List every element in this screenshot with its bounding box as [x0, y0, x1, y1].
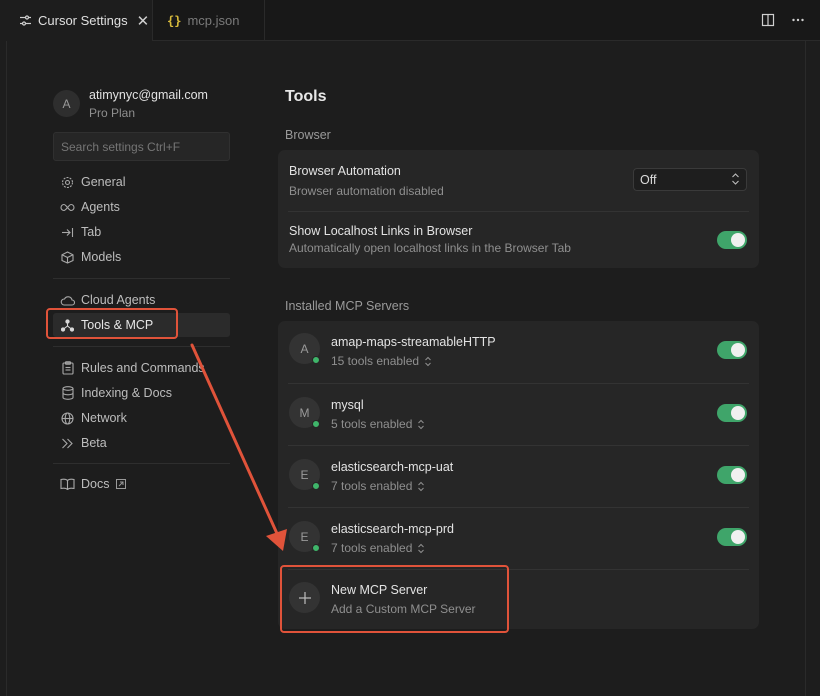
- sidebar-item-models[interactable]: Models: [53, 246, 230, 268]
- sidebar-item-label: Models: [81, 250, 122, 264]
- mcp-server-row: A amap-maps-streamableHTTP 15 tools enab…: [278, 321, 759, 383]
- new-server-title: New MCP Server: [331, 583, 428, 597]
- json-braces-icon: {}: [167, 13, 182, 28]
- book-icon: [60, 477, 75, 492]
- external-link-icon: [116, 479, 127, 489]
- globe-icon: [60, 411, 75, 426]
- profile-plan: Pro Plan: [89, 106, 136, 120]
- server-avatar: E: [289, 521, 320, 552]
- sidebar-item-tab[interactable]: Tab: [53, 221, 230, 243]
- sidebar-item-docs[interactable]: Docs: [53, 473, 230, 495]
- profile-email: atimynyc@gmail.com: [89, 88, 208, 102]
- chevron-updown-icon: [417, 543, 425, 554]
- cloud-icon: [60, 293, 75, 308]
- sidebar-item-label: General: [81, 175, 126, 189]
- server-tools-dropdown[interactable]: 7 tools enabled: [331, 479, 425, 493]
- new-server-subtitle: Add a Custom MCP Server: [331, 602, 476, 616]
- row-subtitle: Automatically open localhost links in th…: [289, 241, 571, 255]
- server-avatar: M: [289, 397, 320, 428]
- sidebar-item-cloud-agents[interactable]: Cloud Agents: [53, 289, 230, 311]
- sidebar-item-beta[interactable]: Beta: [53, 432, 230, 454]
- mcp-server-row: E elasticsearch-mcp-prd 7 tools enabled: [278, 508, 759, 569]
- sidebar-item-label: Tab: [81, 225, 102, 239]
- server-avatar: E: [289, 459, 320, 490]
- localhost-links-row: Show Localhost Links in Browser Automati…: [278, 212, 759, 268]
- database-icon: [60, 386, 75, 401]
- server-name: elasticsearch-mcp-prd: [331, 522, 454, 536]
- gear-icon: [60, 175, 75, 190]
- chevron-updown-icon: [424, 356, 432, 367]
- row-subtitle: Browser automation disabled: [289, 184, 444, 198]
- sidebar-item-indexing-docs[interactable]: Indexing & Docs: [53, 382, 230, 404]
- server-toggle[interactable]: [717, 404, 747, 422]
- sidebar-item-label: Cloud Agents: [81, 293, 156, 307]
- sidebar-item-label: Tools & MCP: [81, 318, 154, 332]
- server-tools-dropdown[interactable]: 15 tools enabled: [331, 354, 432, 368]
- infinity-icon: [60, 200, 75, 215]
- status-dot: [312, 356, 320, 364]
- browser-settings-card: Browser Automation Browser automation di…: [278, 150, 759, 268]
- settings-sliders-icon: [18, 14, 32, 28]
- sidebar-item-general[interactable]: General: [53, 171, 230, 193]
- clipboard-icon: [60, 361, 75, 376]
- status-dot: [312, 420, 320, 428]
- profile: A atimynyc@gmail.com Pro Plan: [53, 87, 230, 123]
- divider: [53, 278, 230, 279]
- row-title: Browser Automation: [289, 164, 401, 178]
- sidebar-item-label: Rules and Commands: [81, 361, 205, 375]
- tab-arrow-icon: [60, 225, 75, 240]
- page-title: Tools: [285, 88, 327, 105]
- mcp-server-row: E elasticsearch-mcp-uat 7 tools enabled: [278, 446, 759, 507]
- avatar: A: [53, 90, 80, 117]
- server-avatar: A: [289, 333, 320, 364]
- new-mcp-server-button[interactable]: New MCP Server Add a Custom MCP Server: [278, 570, 759, 629]
- server-name: amap-maps-streamableHTTP: [331, 335, 496, 349]
- divider: [53, 463, 230, 464]
- server-name: mysql: [331, 398, 364, 412]
- server-tools-dropdown[interactable]: 5 tools enabled: [331, 417, 425, 431]
- server-tools-dropdown[interactable]: 7 tools enabled: [331, 541, 425, 555]
- plus-icon: [289, 582, 320, 613]
- tab-mcp-json[interactable]: {} mcp.json: [153, 0, 265, 41]
- close-icon[interactable]: ✕: [137, 12, 150, 30]
- divider: [53, 346, 230, 347]
- sidebar-item-label: Indexing & Docs: [81, 386, 173, 400]
- server-toggle[interactable]: [717, 528, 747, 546]
- search-input[interactable]: [53, 132, 230, 161]
- server-toggle[interactable]: [717, 341, 747, 359]
- chevron-updown-icon: [417, 419, 425, 430]
- browser-automation-select[interactable]: Off: [633, 168, 747, 191]
- chevron-updown-icon: [417, 481, 425, 492]
- editor-tab-bar: Cursor Settings ✕ {} mcp.json: [0, 0, 820, 41]
- sidebar-item-label: Network: [81, 411, 127, 425]
- status-dot: [312, 482, 320, 490]
- tab-label: Cursor Settings: [38, 13, 128, 28]
- double-chevron-icon: [60, 436, 75, 451]
- browser-automation-row: Browser Automation Browser automation di…: [278, 150, 759, 211]
- sidebar-item-rules-commands[interactable]: Rules and Commands: [53, 357, 230, 379]
- chevron-updown-icon: [731, 172, 740, 189]
- server-name: elasticsearch-mcp-uat: [331, 460, 454, 474]
- mcp-servers-card: A amap-maps-streamableHTTP 15 tools enab…: [278, 321, 759, 629]
- section-label-mcp: Installed MCP Servers: [285, 299, 410, 313]
- select-value: Off: [640, 172, 657, 187]
- nodes-icon: [60, 318, 75, 333]
- split-editor-icon[interactable]: [760, 12, 776, 28]
- tab-label: mcp.json: [187, 13, 240, 28]
- cube-icon: [60, 250, 75, 265]
- sidebar-item-label: Agents: [81, 200, 120, 214]
- sidebar-item-agents[interactable]: Agents: [53, 196, 230, 218]
- section-label-browser: Browser: [285, 128, 331, 142]
- sidebar-item-label: Beta: [81, 436, 107, 450]
- tab-cursor-settings[interactable]: Cursor Settings ✕: [0, 0, 153, 41]
- sidebar-item-tools-mcp[interactable]: Tools & MCP: [53, 313, 230, 337]
- row-title: Show Localhost Links in Browser: [289, 224, 473, 238]
- localhost-links-toggle[interactable]: [717, 231, 747, 249]
- status-dot: [312, 544, 320, 552]
- sidebar-item-label: Docs: [81, 477, 110, 491]
- more-icon[interactable]: [790, 12, 806, 28]
- sidebar-item-network[interactable]: Network: [53, 407, 230, 429]
- server-toggle[interactable]: [717, 466, 747, 484]
- mcp-server-row: M mysql 5 tools enabled: [278, 384, 759, 445]
